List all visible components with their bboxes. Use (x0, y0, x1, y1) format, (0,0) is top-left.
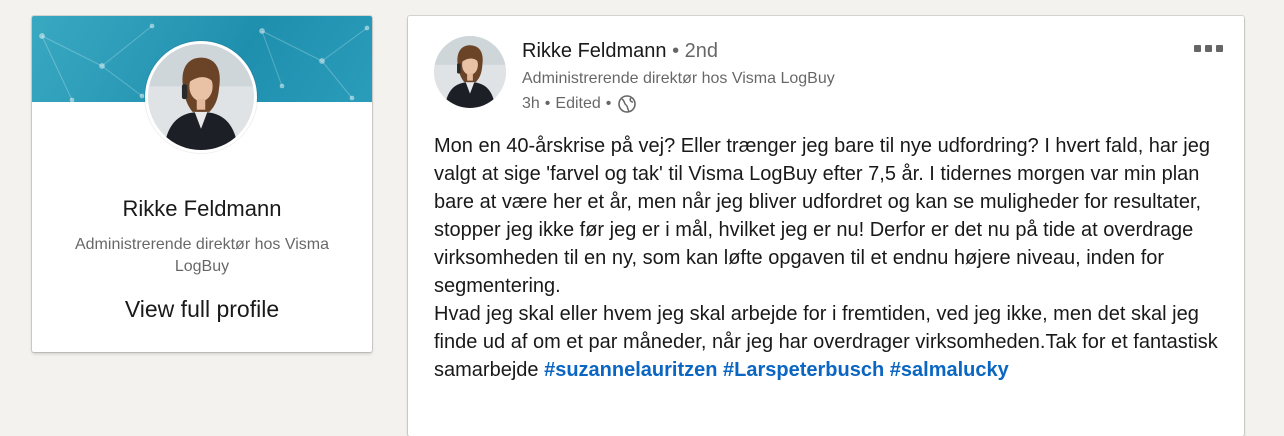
post-text: Mon en 40-årskrise på vej? Eller trænger… (434, 132, 1234, 384)
separator-dot: • (544, 95, 551, 112)
more-options-icon[interactable] (1188, 36, 1228, 60)
hashtag-link[interactable]: #Larspeterbusch (723, 359, 884, 381)
author-line: Rikke Feldmann • 2nd (522, 40, 718, 63)
author-headline: Administrerende direktør hos Visma LogBu… (522, 70, 835, 87)
edited-label: Edited (555, 95, 601, 112)
view-full-profile-link[interactable]: View full profile (32, 296, 372, 323)
post-meta: 3h • Edited • (522, 94, 637, 114)
connection-degree: 2nd (684, 40, 719, 62)
hashtag-link[interactable]: #salmalucky (890, 359, 1009, 381)
profile-headline: Administrerende direktør hos Visma LogBu… (74, 236, 330, 275)
profile-photo (148, 44, 254, 150)
post-time: 3h (522, 95, 540, 112)
profile-name[interactable]: Rikke Feldmann (32, 196, 372, 222)
author-avatar[interactable] (434, 36, 506, 108)
hashtag-link[interactable]: #suzannelauritzen (544, 359, 717, 381)
globe-icon (617, 94, 637, 114)
author-photo (434, 36, 506, 108)
separator-dot: • (672, 40, 680, 62)
feed-post: Rikke Feldmann • 2nd Administrerende dir… (408, 16, 1244, 436)
profile-avatar[interactable] (145, 41, 257, 153)
separator-dot: • (605, 95, 612, 112)
post-paragraph-with-tags: Hvad jeg skal eller hvem jeg skal arbejd… (434, 300, 1234, 384)
author-name[interactable]: Rikke Feldmann (522, 40, 667, 62)
post-paragraph: Mon en 40-årskrise på vej? Eller trænger… (434, 135, 1210, 297)
profile-card: Rikke Feldmann Administrerende direktør … (32, 16, 372, 352)
